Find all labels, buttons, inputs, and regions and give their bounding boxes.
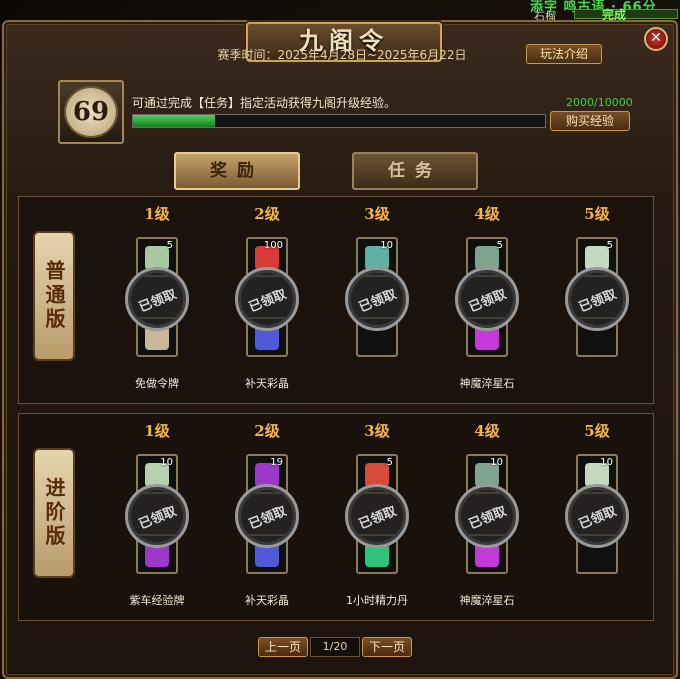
reward-column: 5级 10 已领取 <box>547 420 647 574</box>
level-badge: 69 <box>58 80 124 144</box>
claimed-stamp: 已领取 <box>565 267 629 331</box>
item-count: 10 <box>160 457 173 468</box>
reward-level-label: 3级 <box>364 422 390 440</box>
item-count: 10 <box>490 457 503 468</box>
reward-level-label: 2级 <box>254 422 280 440</box>
claimed-stamp: 已领取 <box>125 484 189 548</box>
claimed-stamp-text: 已领取 <box>466 504 509 533</box>
pager: 上一页 1/20 下一页 <box>4 635 680 659</box>
claimed-stamp: 已领取 <box>345 267 409 331</box>
hud-quest-tracker: 添字 鸣古语 · 66分 石榴 完成 <box>530 0 680 23</box>
page-indicator: 1/20 <box>310 637 360 657</box>
item-count: 5 <box>166 240 173 251</box>
claimed-stamp-text: 已领取 <box>356 287 399 316</box>
reward-level-label: 5级 <box>584 422 610 440</box>
reward-column: 1级 5 已领取免做令牌 <box>107 203 207 390</box>
reward-column: 3级 10 已领取 <box>327 203 427 357</box>
reward-item-name: 1小时精力丹 <box>346 594 408 607</box>
tab-rewards[interactable]: 奖励 <box>174 152 300 190</box>
item-count: 5 <box>496 240 503 251</box>
claimed-stamp: 已领取 <box>125 267 189 331</box>
item-count: 5 <box>606 240 613 251</box>
reward-column: 2级 19 已领取补天彩晶 <box>217 420 317 607</box>
reward-column: 4级 5 已领取神魔淬星石 <box>437 203 537 390</box>
reward-level-label: 2级 <box>254 205 280 223</box>
item-count: 5 <box>386 457 393 468</box>
claimed-stamp-text: 已领取 <box>356 504 399 533</box>
level-number: 69 <box>64 86 118 138</box>
close-icon: ✕ <box>650 30 662 46</box>
reward-column: 2级 100 已领取补天彩晶 <box>217 203 317 390</box>
claimed-stamp-text: 已领取 <box>136 504 179 533</box>
claimed-stamp: 已领取 <box>455 484 519 548</box>
tier-advanced: 进阶版 1级 10 已领取紫车经验牌 2级 19 已领取补天彩晶 3级 5 已领取 1小时精力丹 4… <box>18 413 654 621</box>
claimed-stamp-text: 已领取 <box>576 287 619 316</box>
item-count: 10 <box>380 240 393 251</box>
help-button[interactable]: 玩法介绍 <box>526 44 602 64</box>
tab-tasks[interactable]: 任务 <box>352 152 478 190</box>
reward-item-name: 紫车经验牌 <box>129 594 185 607</box>
claimed-stamp: 已领取 <box>565 484 629 548</box>
tier-advanced-badge: 进阶版 <box>33 448 75 578</box>
claimed-stamp-text: 已领取 <box>466 287 509 316</box>
prev-page-button[interactable]: 上一页 <box>258 637 308 657</box>
reward-item-name: 免做令牌 <box>135 377 179 390</box>
claimed-stamp: 已领取 <box>235 484 299 548</box>
item-count: 100 <box>263 240 283 251</box>
claimed-stamp-text: 已领取 <box>246 504 289 533</box>
reward-item-name: 神魔淬星石 <box>459 594 515 607</box>
reward-level-label: 1级 <box>144 205 170 223</box>
reward-item-name: 补天彩晶 <box>245 377 289 390</box>
reward-level-label: 1级 <box>144 422 170 440</box>
reward-level-label: 3级 <box>364 205 390 223</box>
claimed-stamp: 已领取 <box>235 267 299 331</box>
exp-description: 可通过完成【任务】指定活动获得九阁升级经验。 <box>132 96 397 110</box>
exp-progress-fill <box>133 115 216 127</box>
item-count: 19 <box>270 457 283 468</box>
tier-normal: 普通版 1级 5 已领取免做令牌 2级 100 已领取补天彩晶 3级 10 已领取 4级 5 已领取神… <box>18 196 654 404</box>
claimed-stamp: 已领取 <box>345 484 409 548</box>
claimed-stamp: 已领取 <box>455 267 519 331</box>
jiuge-pass-window: 九阁令 ✕ 赛季时间：2025年4月28日~2025年6月22日 玩法介绍 69… <box>2 20 678 679</box>
reward-level-label: 4级 <box>474 205 500 223</box>
reward-column: 3级 5 已领取 1小时精力丹 <box>327 420 427 607</box>
claimed-stamp-text: 已领取 <box>576 504 619 533</box>
reward-level-label: 5级 <box>584 205 610 223</box>
reward-column: 5级 5 已领取 <box>547 203 647 357</box>
tier-normal-badge: 普通版 <box>33 231 75 361</box>
item-count: 10 <box>600 457 613 468</box>
exp-progress-bar <box>132 114 546 128</box>
reward-level-label: 4级 <box>474 422 500 440</box>
exp-value: 2000/10000 <box>566 96 633 109</box>
next-page-button[interactable]: 下一页 <box>362 637 412 657</box>
reward-item-name: 补天彩晶 <box>245 594 289 607</box>
claimed-stamp-text: 已领取 <box>246 287 289 316</box>
reward-column: 1级 10 已领取紫车经验牌 <box>107 420 207 607</box>
reward-column: 4级 10 已领取神魔淬星石 <box>437 420 537 607</box>
claimed-stamp-text: 已领取 <box>136 287 179 316</box>
reward-item-name: 神魔淬星石 <box>459 377 515 390</box>
buy-exp-button[interactable]: 购买经验 <box>550 111 630 131</box>
